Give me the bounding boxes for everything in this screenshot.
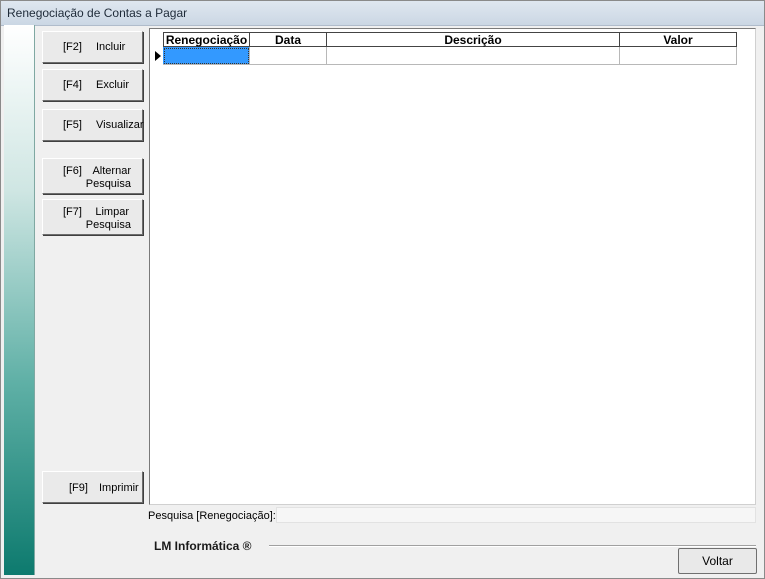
- visualizar-label: Visualizar: [96, 119, 144, 131]
- alternar-label-line1: Alternar: [92, 165, 131, 177]
- limpar-pesquisa-button[interactable]: [F7] Limpar Pesquisa: [42, 199, 143, 235]
- search-input[interactable]: [276, 507, 756, 523]
- imprimir-button[interactable]: [F9] Imprimir: [42, 471, 143, 503]
- column-header-renegociacao[interactable]: Renegociação: [163, 32, 250, 47]
- visualizar-button[interactable]: [F5] Visualizar: [42, 109, 144, 141]
- excluir-button[interactable]: [F4] Excluir: [42, 69, 143, 101]
- alternar-pesquisa-button[interactable]: [F6] Alternar Pesquisa: [42, 158, 143, 194]
- sidebar-gradient-panel: [4, 25, 35, 575]
- limpar-label-line1: Limpar: [95, 206, 129, 218]
- grid-cell-renegociacao-selected[interactable]: [163, 47, 250, 65]
- grid-cell-descricao[interactable]: [327, 47, 620, 65]
- excluir-shortcut: [F4]: [63, 79, 82, 91]
- window-title: Renegociação de Contas a Pagar: [7, 6, 188, 20]
- title-bar: Renegociação de Contas a Pagar: [1, 1, 764, 26]
- incluir-shortcut: [F2]: [63, 41, 82, 53]
- grid-cell-data[interactable]: [250, 47, 327, 65]
- visualizar-shortcut: [F5]: [63, 119, 82, 131]
- footer-divider: [269, 545, 756, 547]
- brand-label: LM Informática ®: [154, 539, 252, 553]
- limpar-label-line2: Pesquisa: [85, 219, 131, 231]
- limpar-shortcut: [F7]: [63, 206, 82, 218]
- imprimir-label: Imprimir: [99, 482, 139, 494]
- search-label: Pesquisa [Renegociação]:: [148, 510, 276, 522]
- column-header-descricao[interactable]: Descrição: [327, 32, 620, 47]
- column-header-data[interactable]: Data: [250, 32, 327, 47]
- imprimir-shortcut: [F9]: [69, 482, 88, 494]
- column-header-valor[interactable]: Valor: [620, 32, 737, 47]
- incluir-label: Incluir: [96, 41, 126, 53]
- current-row-arrow-icon: [155, 51, 161, 61]
- renegociacao-grid[interactable]: Renegociação Data Descrição Valor: [149, 28, 756, 505]
- alternar-label-line2: Pesquisa: [85, 178, 131, 190]
- alternar-shortcut: [F6]: [63, 165, 82, 177]
- excluir-label: Excluir: [96, 79, 130, 91]
- grid-cell-valor[interactable]: [620, 47, 737, 65]
- voltar-button[interactable]: Voltar: [678, 548, 757, 574]
- incluir-button[interactable]: [F2] Incluir: [42, 31, 143, 63]
- main-window: Renegociação de Contas a Pagar [F2] Incl…: [0, 0, 765, 579]
